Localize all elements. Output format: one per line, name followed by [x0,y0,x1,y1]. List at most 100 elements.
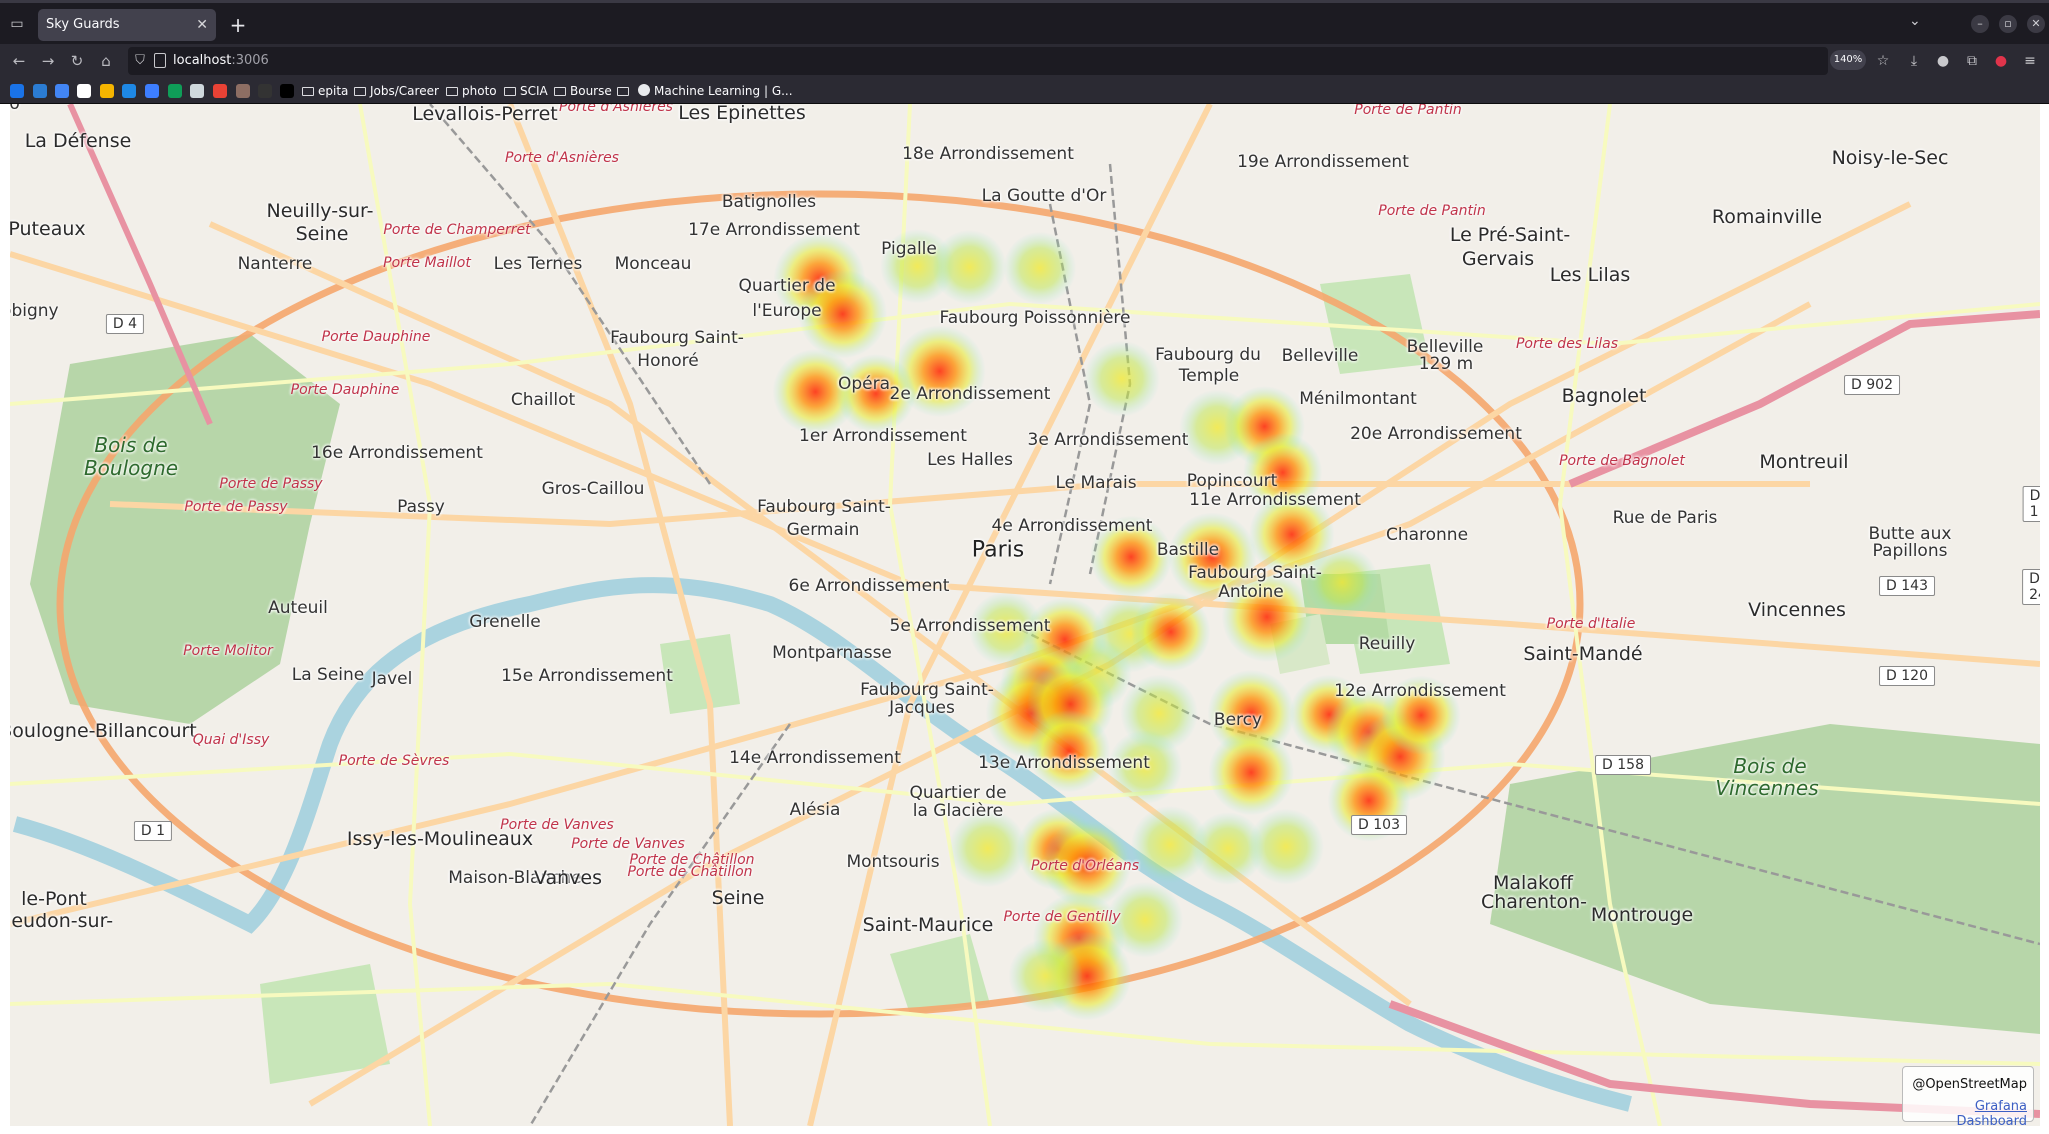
place-label: Seine [295,223,349,245]
place-label: 1er Arrondissement [799,426,967,446]
bookmark-favicon-icon[interactable] [100,84,114,98]
bookmark-folder-unnamed[interactable] [617,82,633,100]
place-label: Les Ternes [493,254,583,274]
place-label: Seine [711,887,765,909]
maximize-icon[interactable]: ▫ [1999,15,2017,33]
place-label: Temple [1178,366,1240,386]
bookmark-label: photo [462,84,497,98]
place-label: Bois de [94,433,168,457]
tab-sky-guards[interactable]: Sky Guards ✕ [38,9,216,41]
tab-title: Sky Guards [46,17,120,32]
close-icon[interactable]: ✕ [196,9,208,41]
bookmark-favicon-icon[interactable] [236,84,250,98]
new-tab-button[interactable]: + [224,11,252,39]
bookmark-label: Machine Learning | G... [654,84,793,98]
forward-arrow-icon[interactable]: → [37,50,59,72]
bookmark-folder-scia[interactable]: SCIA [504,82,548,100]
place-label: Quartier de [909,783,1007,803]
place-label: Opéra [837,374,891,394]
place-label: La Goutte d'Or [981,186,1107,206]
place-label: Les Epinettes [678,104,806,124]
road-number-label: D 120 [1879,666,1935,686]
tab-list-icon[interactable]: ▭ [6,13,28,35]
place-label: 11e Arrondissement [1189,490,1361,510]
heatmap-point [1208,729,1294,816]
place-label: 18e Arrondissement [902,144,1074,164]
url-host: localhost [173,53,232,68]
home-icon[interactable]: ⌂ [95,50,117,72]
place-label: Passy [397,497,445,517]
place-label: Charenton- [1480,891,1588,913]
chevron-down-icon[interactable]: ⌄ [1909,13,1921,29]
place-label: Ménilmontant [1299,389,1417,409]
place-label: Romainville [1711,206,1823,228]
place-label: Rue de Paris [1612,508,1718,528]
place-label: Montrouge [1590,904,1694,926]
place-label: Porte de Pantin [1354,104,1462,118]
place-label: La Seine [291,665,365,685]
place-label: Les Lilas [1549,264,1631,286]
chat-extension-icon[interactable]: ● [1932,50,1954,72]
place-label: Vanves [533,867,603,889]
menu-icon[interactable]: ≡ [2019,50,2041,72]
star-bookmark-icon[interactable]: ☆ [1872,50,1894,72]
place-label: Bercy [1213,710,1263,730]
bookmark-folder-epita[interactable]: epita [302,82,348,100]
grafana-dashboard-link[interactable]: Grafana Dashboard [1903,1099,2027,1126]
place-label: 4e Arrondissement [991,516,1153,536]
bookmark-folder-jobs-career[interactable]: Jobs/Career [354,82,439,100]
place-label: Reuilly [1358,634,1416,654]
road-number-label: D 143 [1879,576,1935,596]
place-label: Porte de Gentilly [1003,909,1121,925]
place-label: Antoine [1218,582,1284,602]
bookmark-favicon-icon[interactable] [77,84,91,98]
bookmark-favicon-icon[interactable] [55,84,69,98]
page-content: La Défense Levallois-Perret Porte d'Asnièr… [0,104,2049,1134]
zoom-level-badge[interactable]: 140% [1830,50,1866,70]
place-label: 129 m [1418,354,1474,374]
place-label: Nanterre [237,254,313,274]
bookmark-favicon-icon[interactable] [280,84,294,98]
place-label: 17e Arrondissement [688,220,860,240]
place-label: Jacques [889,698,955,718]
place-label: l'Europe [752,301,822,321]
heatmap-point [1008,938,1083,1014]
extensions-icon[interactable]: ⧉ [1961,50,1983,72]
bookmark-folder-photo[interactable]: photo [446,82,497,100]
url-text[interactable]: localhost:3006 [173,47,269,75]
road-number-label: D 4 [105,314,145,334]
place-label: Porte d'Italie [1546,616,1636,632]
bookmark-favicon-icon[interactable] [168,84,182,98]
place-label: Popincourt [1186,471,1278,491]
address-bar[interactable]: ⛉ localhost:3006 [128,47,1828,75]
bookmark-favicon-icon[interactable] [145,84,159,98]
window-close-icon[interactable]: ✕ [2027,15,2045,33]
place-label: Javel [371,669,413,689]
heatmap-point [1248,808,1324,885]
bookmark-favicon-icon[interactable] [258,84,272,98]
back-arrow-icon[interactable]: ← [8,50,30,72]
place-label: 12e Arrondissement [1334,681,1506,701]
place-label: Monceau [614,254,692,274]
place-label: Bois de [1733,754,1807,778]
place-label: Faubourg Saint- [1188,563,1322,583]
heatmap-map[interactable]: La Défense Levallois-Perret Porte d'Asnièr… [10,104,2040,1126]
bookmark-machine-learning[interactable]: Machine Learning | G... [638,82,793,100]
folder-icon [446,87,458,96]
recording-extension-icon[interactable]: ● [1990,50,2012,72]
shield-icon[interactable]: ⛉ [132,52,148,70]
download-icon[interactable]: ⤓ [1903,50,1925,72]
place-label: 20e Arrondissement [1350,424,1522,444]
reload-icon[interactable]: ↻ [66,50,88,72]
bookmark-favicon-icon[interactable] [122,84,136,98]
minimize-icon[interactable]: – [1971,15,1989,33]
place-label: Porte Dauphine [290,382,400,398]
bookmark-favicon-icon[interactable] [10,84,24,98]
bookmark-favicon-icon[interactable] [190,84,204,98]
bookmark-favicon-icon[interactable] [33,84,47,98]
bookmark-favicon-icon[interactable] [213,84,227,98]
place-label: Vincennes [1748,599,1846,621]
bookmark-folder-bourse[interactable]: Bourse [554,82,612,100]
place-label: Grenelle [469,612,541,632]
page-info-icon[interactable] [154,53,166,68]
